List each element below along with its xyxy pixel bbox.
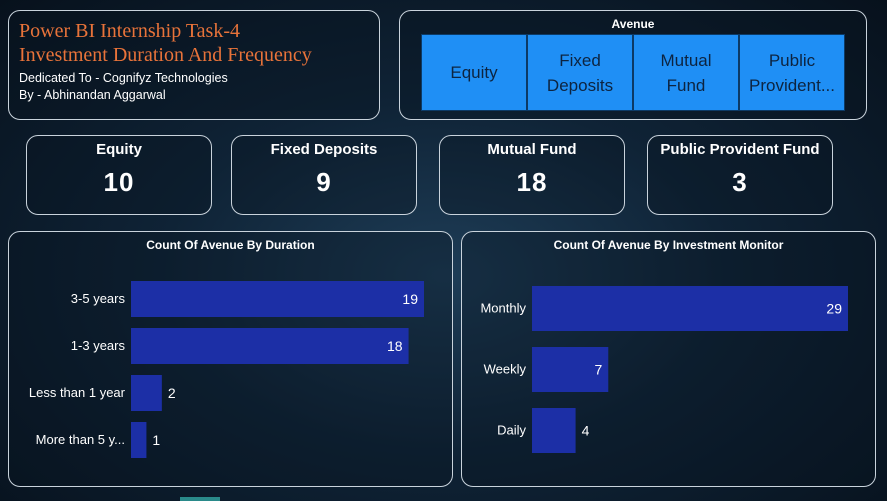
bar[interactable]	[131, 328, 409, 364]
duration-bar-chart-svg: 3-5 years 19 1-3 years 18 Less than 1 year 2 M…	[29, 281, 424, 458]
kpi-card-mutual-fund[interactable]: Mutual Fund 18	[439, 135, 625, 215]
category-label: 3-5 years	[71, 291, 126, 306]
bar[interactable]	[131, 375, 162, 411]
slicer-option-label: Fixed	[559, 50, 601, 70]
data-label: 18	[387, 338, 403, 354]
avenue-slicer: Avenue Equity Fixed Deposits Mutual Fund…	[399, 10, 867, 120]
kpi-card-equity[interactable]: Equity 10	[26, 135, 212, 215]
kpi-label: Public Provident Fund	[660, 141, 820, 158]
data-label: 4	[582, 423, 590, 439]
slicer-option-fixed-deposits[interactable]: Fixed Deposits	[527, 34, 633, 111]
bar[interactable]	[532, 408, 576, 453]
category-label: Weekly	[484, 362, 527, 377]
slicer-option-label: Provident...	[749, 75, 835, 95]
slicer-title: Avenue	[611, 17, 655, 31]
title-card: Power BI Internship Task-4 Investment Du…	[8, 10, 380, 120]
data-label: 7	[594, 362, 602, 378]
slicer-option-public-provident-fund[interactable]: Public Provident...	[739, 34, 845, 111]
slicer-option-label: Public	[768, 50, 816, 70]
kpi-label: Mutual Fund	[487, 141, 577, 158]
kpi-label: Fixed Deposits	[270, 141, 378, 158]
slicer-option-equity[interactable]: Equity	[421, 34, 527, 111]
bar[interactable]	[532, 286, 848, 331]
category-label: Less than 1 year	[29, 385, 126, 400]
slicer-option-label: Deposits	[546, 75, 614, 95]
kpi-card-public-provident-fund[interactable]: Public Provident Fund 3	[647, 135, 833, 215]
dedication-text: Dedicated To - Cognifyz Technologies	[19, 71, 228, 85]
data-label: 29	[826, 301, 842, 317]
data-label: 2	[168, 385, 176, 401]
kpi-value: 10	[103, 167, 135, 197]
slicer-option-label: Fund	[666, 75, 706, 95]
report-title-line2: Investment Duration And Frequency	[19, 44, 312, 66]
kpi-label: Equity	[96, 141, 142, 158]
slicer-tiles: Equity Fixed Deposits Mutual Fund Public…	[421, 34, 845, 111]
slicer-option-label: Mutual	[660, 50, 712, 70]
author-text: By - Abhinandan Aggarwal	[19, 88, 166, 102]
report-title-line1: Power BI Internship Task-4	[19, 20, 240, 42]
kpi-value: 9	[316, 167, 332, 197]
bar[interactable]	[131, 281, 424, 317]
kpi-value: 3	[732, 167, 748, 197]
category-label: 1-3 years	[71, 338, 126, 353]
slicer-option-label: Equity	[450, 63, 498, 82]
category-label: Monthly	[480, 301, 526, 316]
category-label: More than 5 y...	[36, 432, 125, 447]
investment-monitor-chart[interactable]: Count Of Avenue By Investment Monitor Mo…	[461, 231, 876, 487]
data-label: 1	[152, 432, 160, 448]
data-label: 19	[402, 291, 418, 307]
monitor-bar-chart-svg: Monthly 29 Weekly 7 Daily 4	[480, 286, 848, 453]
kpi-card-fixed-deposits[interactable]: Fixed Deposits 9	[231, 135, 417, 215]
category-label: Daily	[497, 423, 526, 438]
slicer-option-mutual-fund[interactable]: Mutual Fund	[633, 34, 739, 111]
kpi-value: 18	[516, 167, 548, 197]
bar[interactable]	[131, 422, 147, 458]
duration-chart[interactable]: Count Of Avenue By Duration 3-5 years 19 1…	[8, 231, 453, 487]
page-tab-indicator	[180, 497, 220, 501]
